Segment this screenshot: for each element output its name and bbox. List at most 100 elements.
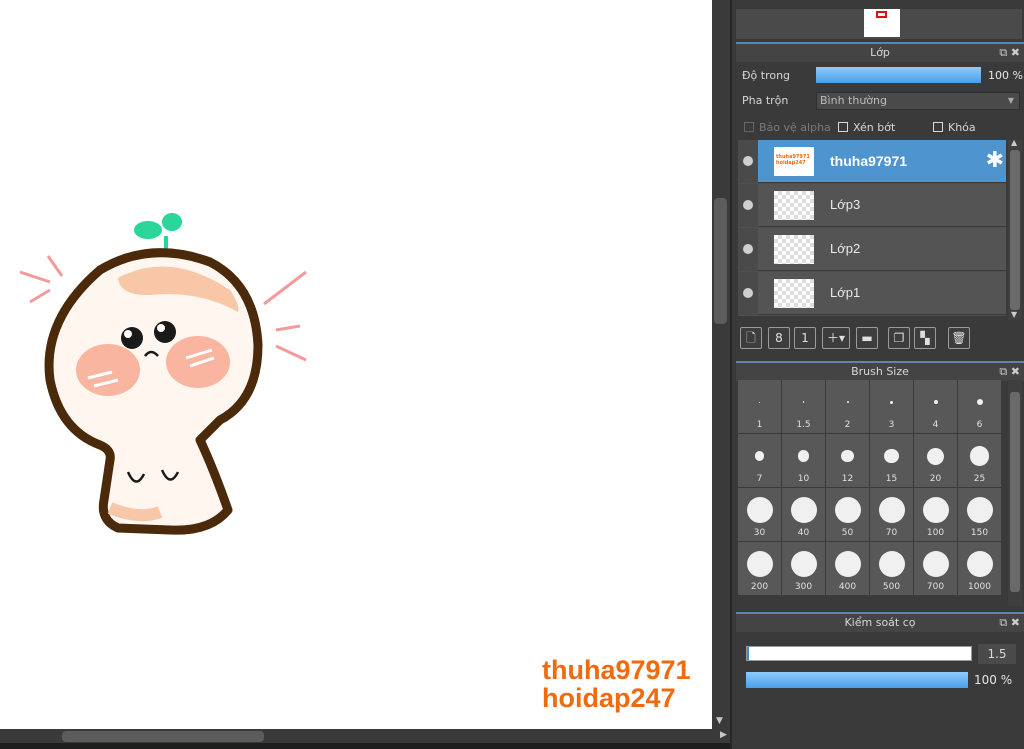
brush-size-slider[interactable] (746, 646, 972, 661)
folder-icon[interactable]: ▬ (856, 327, 878, 349)
brush-size-label: 2 (844, 420, 851, 430)
brush-size-cell[interactable]: 100 (914, 488, 957, 541)
horizontal-scroll-thumb[interactable] (62, 731, 264, 742)
brush-size-cell[interactable]: 25 (958, 434, 1001, 487)
brush-preview-dot (878, 551, 905, 577)
canvas-horizontal-scrollbar[interactable]: ▶ (0, 729, 730, 743)
new-1bit-layer-button[interactable]: 1 (794, 327, 816, 349)
merge-layer-icon[interactable]: ▚ (914, 327, 936, 349)
visibility-icon[interactable] (738, 140, 758, 183)
brush-preview-dot (927, 447, 944, 465)
brush-size-cell[interactable]: 1000 (958, 542, 1001, 595)
brush-scroll-thumb[interactable] (1010, 392, 1020, 592)
new-8bit-layer-button[interactable]: 8 (768, 327, 790, 349)
brush-size-cell[interactable]: 150 (958, 488, 1001, 541)
brush-size-label: 7 (756, 474, 763, 484)
brush-preview-dot (890, 400, 893, 404)
view-rect[interactable] (876, 11, 887, 18)
delete-layer-icon[interactable]: 🗑 (948, 327, 970, 349)
brush-preview-dot (834, 497, 861, 523)
brush-size-panel-title: Brush Size (851, 365, 909, 378)
brush-size-label: 700 (926, 582, 945, 592)
checkbox-box (838, 122, 848, 132)
gear-icon[interactable]: ✱ (986, 149, 1004, 173)
brush-preview-dot (802, 401, 805, 403)
brush-preview-dot (884, 448, 899, 464)
brush-size-cell[interactable]: 700 (914, 542, 957, 595)
brush-size-label: 15 (885, 474, 898, 484)
layer-row[interactable]: Lớp1 (738, 272, 1006, 315)
layer-row[interactable]: thuha97971 hoidap247 thuha97971 ✱ (738, 140, 1006, 183)
add-layer-menu-button[interactable]: ＋▾ (822, 327, 850, 349)
duplicate-layer-icon[interactable]: ❐ (888, 327, 910, 349)
blend-mode-select[interactable]: Bình thường ▼ (816, 92, 1020, 110)
close-icon[interactable]: ✖ (1011, 616, 1020, 629)
brush-preview-dot (966, 497, 993, 523)
layer-scroll-thumb[interactable] (1010, 150, 1020, 310)
blend-mode-value: Bình thường (820, 94, 887, 107)
brush-density-value: 100 % (974, 673, 1013, 687)
layer-row[interactable]: Lớp2 (738, 228, 1006, 271)
brush-size-cell[interactable]: 200 (738, 542, 781, 595)
brush-size-cell[interactable]: 6 (958, 380, 1001, 433)
dock-icon[interactable]: ⧉ (999, 616, 1007, 629)
visibility-icon[interactable] (738, 184, 758, 227)
brush-size-cell[interactable]: 10 (782, 434, 825, 487)
chevron-down-icon: ▼ (1007, 96, 1014, 105)
brush-size-cell[interactable]: 1.5 (782, 380, 825, 433)
scroll-down-arrow-icon[interactable]: ▼ (1011, 310, 1017, 319)
brush-size-cell[interactable]: 70 (870, 488, 913, 541)
brush-density-slider[interactable] (746, 672, 968, 688)
layer-row[interactable]: Lớp3 (738, 184, 1006, 227)
canvas-vertical-scrollbar[interactable]: ▼ (712, 0, 730, 729)
close-icon[interactable]: ✖ (1011, 46, 1020, 59)
brush-preview-dot (834, 551, 861, 577)
brush-size-cell[interactable]: 4 (914, 380, 957, 433)
scroll-down-arrow-icon[interactable]: ▼ (716, 716, 723, 726)
brush-preview-dot (922, 551, 949, 577)
dock-icon[interactable]: ⧉ (999, 46, 1007, 59)
checkbox-box (933, 122, 943, 132)
brush-size-scrollbar[interactable] (1008, 380, 1022, 606)
opacity-slider[interactable] (816, 67, 981, 83)
protect-alpha-label: Bảo vệ alpha (759, 121, 831, 134)
dock-icon[interactable]: ⧉ (999, 365, 1007, 378)
brush-size-cell[interactable]: 12 (826, 434, 869, 487)
brush-size-cell[interactable]: 30 (738, 488, 781, 541)
brush-size-cell[interactable]: 20 (914, 434, 957, 487)
brush-size-cell[interactable]: 300 (782, 542, 825, 595)
brush-size-value[interactable]: 1.5 (978, 644, 1016, 664)
clipping-checkbox[interactable]: Xén bớt (838, 121, 895, 135)
close-icon[interactable]: ✖ (1011, 365, 1020, 378)
layer-thumb-text: thuha97971 hoidap247 (776, 154, 810, 166)
brush-size-cell[interactable]: 500 (870, 542, 913, 595)
vertical-scroll-thumb[interactable] (714, 198, 727, 324)
scroll-up-arrow-icon[interactable]: ▲ (1011, 138, 1017, 147)
lock-checkbox[interactable]: Khóa (933, 121, 976, 135)
brush-size-cell[interactable]: 400 (826, 542, 869, 595)
navigator-preview[interactable] (736, 9, 1022, 39)
watermark-line1: thuha97971 (542, 655, 691, 685)
brush-size-cell[interactable]: 40 (782, 488, 825, 541)
visibility-icon[interactable] (738, 272, 758, 315)
brush-size-cell[interactable]: 50 (826, 488, 869, 541)
slider-handle[interactable] (747, 647, 749, 660)
brush-size-cell[interactable]: 3 (870, 380, 913, 433)
layer-list-scrollbar[interactable]: ▲ ▼ (1008, 138, 1022, 320)
brush-size-cell[interactable]: 1 (738, 380, 781, 433)
watermark-text: thuha97971 hoidap247 (542, 656, 691, 712)
scroll-right-arrow-icon[interactable]: ▶ (720, 730, 727, 740)
brush-size-cell[interactable]: 15 (870, 434, 913, 487)
brush-preview-dot (759, 401, 760, 403)
drawing-canvas[interactable]: thuha97971 hoidap247 (0, 0, 712, 729)
brush-preview-dot (878, 497, 905, 523)
brush-size-label: 1.5 (796, 420, 811, 430)
layer-thumbnail (774, 191, 814, 220)
protect-alpha-checkbox[interactable]: Bảo vệ alpha (744, 121, 831, 135)
brush-size-cell[interactable]: 2 (826, 380, 869, 433)
brush-size-label: 4 (932, 420, 939, 430)
visibility-icon[interactable] (738, 228, 758, 271)
new-layer-button[interactable]: 🗋 (740, 327, 762, 349)
brush-size-cell[interactable]: 7 (738, 434, 781, 487)
opacity-label: Độ trong (742, 69, 791, 82)
